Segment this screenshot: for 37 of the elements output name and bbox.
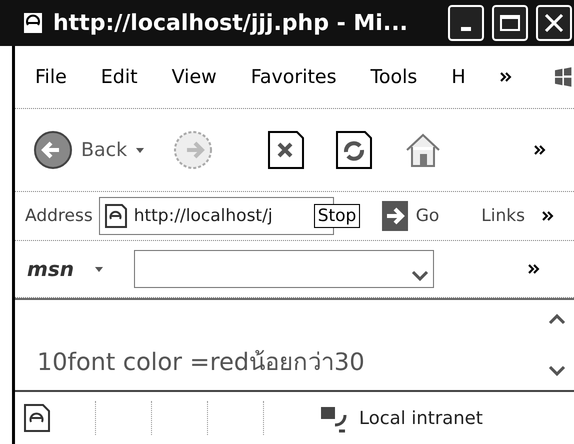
close-icon	[544, 13, 564, 33]
window-title: http://localhost/jjj.php - Mi...	[53, 10, 409, 36]
overflow-icon[interactable]	[542, 211, 554, 221]
refresh-icon[interactable]	[335, 130, 374, 170]
caret-icon	[135, 146, 146, 154]
page-icon	[21, 11, 45, 35]
page-icon	[23, 403, 51, 433]
msn-logo[interactable]: msn	[27, 257, 74, 281]
address-value: http://localhost/j	[134, 206, 273, 226]
minimize-button[interactable]	[448, 5, 484, 41]
search-field[interactable]	[134, 250, 434, 288]
stop-icon[interactable]	[267, 130, 306, 170]
minimize-icon	[461, 27, 471, 31]
menu-item[interactable]: Edit	[100, 66, 138, 88]
scroll-down-icon[interactable]	[548, 364, 566, 378]
scroll-up-icon[interactable]	[548, 312, 566, 326]
tooltip: Stop	[314, 204, 360, 228]
maximize-button[interactable]	[492, 5, 528, 41]
address-label: Address	[25, 206, 93, 226]
menu-item[interactable]: H	[451, 66, 466, 88]
menu-item[interactable]: File	[35, 66, 67, 88]
go-button[interactable]: Go	[382, 201, 440, 231]
overflow-icon[interactable]	[528, 264, 540, 274]
zone-label: Local intranet	[359, 408, 483, 428]
close-button[interactable]	[536, 5, 572, 41]
menu-item[interactable]: Tools	[370, 66, 418, 88]
maximize-icon	[500, 14, 520, 32]
page-text: 10font color =redน้อยกว่า30	[36, 347, 366, 378]
overflow-icon[interactable]	[534, 145, 546, 155]
back-button[interactable]: Back	[33, 130, 146, 170]
links-button[interactable]: Links	[481, 206, 525, 226]
menu-item[interactable]: View	[172, 66, 217, 88]
menu-item[interactable]: Favorites	[250, 66, 337, 88]
dropdown-icon[interactable]	[94, 265, 104, 273]
overflow-icon[interactable]	[500, 72, 512, 82]
dropdown-icon	[410, 269, 429, 283]
page-icon	[104, 203, 128, 229]
